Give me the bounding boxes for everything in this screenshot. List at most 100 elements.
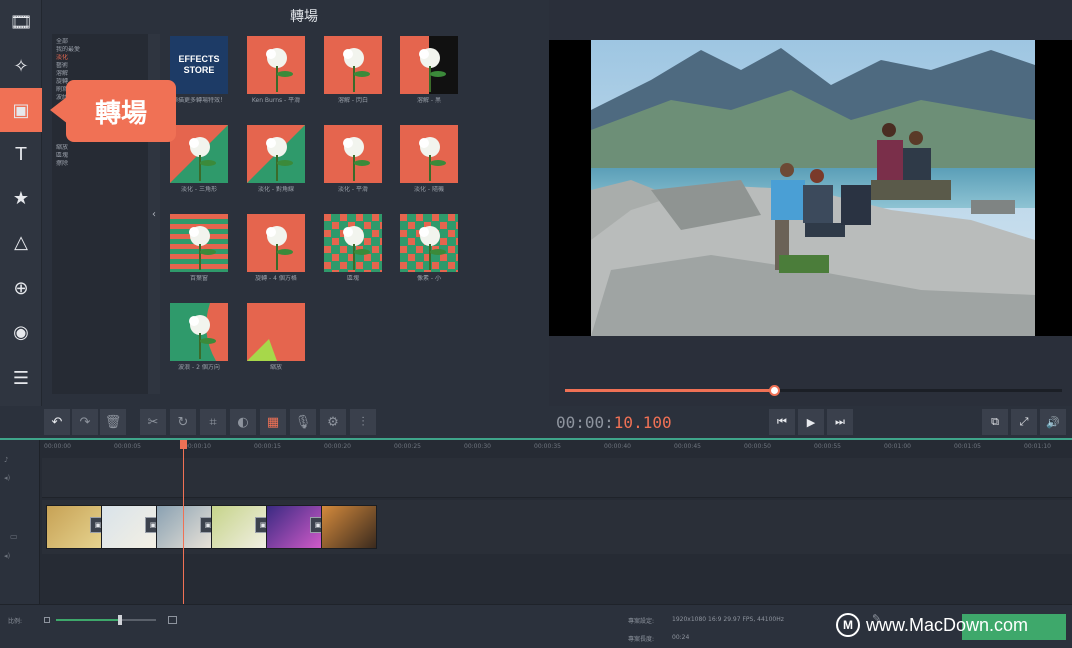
transition-label: 區塊	[346, 275, 359, 282]
zoom-tool-button[interactable]: ⊕	[0, 266, 42, 310]
video-track-icon[interactable]: ▭	[10, 532, 18, 541]
timeline-track-headers	[0, 440, 40, 604]
video-track-volume-icon[interactable]: ◂)	[4, 552, 10, 560]
transition-thumbnail[interactable]	[400, 214, 458, 272]
category-item[interactable]: 區塊	[52, 152, 148, 160]
category-item[interactable]: 縮放	[52, 144, 148, 152]
playhead[interactable]	[183, 440, 184, 604]
transition-thumbnail[interactable]	[400, 36, 458, 94]
zoom-in-icon[interactable]	[168, 616, 177, 624]
color-adjust-icon: ◐	[237, 414, 249, 430]
watermark-text: www.MacDown.com	[866, 614, 1029, 635]
volume-button[interactable]: 🔊	[1040, 409, 1066, 435]
transition-thumbnail[interactable]	[247, 303, 305, 361]
play-icon: ▶	[806, 415, 816, 429]
next-button[interactable]: ⏭	[827, 409, 853, 435]
play-button[interactable]: ▶	[798, 409, 824, 435]
audio-track[interactable]	[42, 458, 1072, 498]
transition-label: 波浪 - 2 個方向	[178, 364, 220, 371]
video-clip[interactable]	[321, 505, 377, 549]
ruler-tick-label: 00:00:25	[394, 443, 421, 450]
project-length-value: 00:24	[672, 634, 690, 641]
fullscreen-button[interactable]: ⤢	[1011, 409, 1037, 435]
transition-thumbnail[interactable]	[247, 125, 305, 183]
transition-label: Ken Burns - 平滑	[251, 97, 301, 104]
transition-label: 旋轉 - 4 個方格	[255, 275, 297, 282]
detach-preview-button[interactable]: ⧉	[982, 409, 1008, 435]
record-icon: ◉	[13, 321, 29, 343]
panel-title: 轉場	[290, 9, 318, 25]
clip-properties-button[interactable]: ▦	[260, 409, 286, 435]
left-toolbar: 🎞 ✧ ▣ T ★ △ ⊕ ◉ ☰	[0, 0, 42, 406]
category-item[interactable]: 我的最愛	[52, 46, 148, 54]
previous-button[interactable]: ⏮	[769, 409, 795, 435]
store-title-top: EFFECTS	[178, 54, 220, 64]
watermark: M www.MacDown.com	[836, 613, 1028, 637]
zoom-handle[interactable]	[118, 615, 122, 625]
external-window-icon: ⧉	[991, 415, 999, 428]
record-audio-button[interactable]: 🎙	[290, 409, 316, 435]
delete-button[interactable]: 🗑	[100, 409, 126, 435]
transition-thumbnail[interactable]	[170, 125, 228, 183]
playhead-handle[interactable]	[180, 440, 187, 449]
seek-handle[interactable]	[769, 385, 780, 396]
transition-thumbnail[interactable]	[247, 36, 305, 94]
ruler-tick-label: 00:00:55	[814, 443, 841, 450]
transition-thumbnail[interactable]: EFFECTS STORE	[170, 36, 228, 94]
category-item[interactable]: 藝術	[52, 62, 148, 70]
record-tool-button[interactable]: ◉	[0, 310, 42, 354]
transition-label: 溶解 - 黑	[417, 97, 441, 104]
transitions-tool-button[interactable]: ▣	[0, 88, 42, 132]
transition-label: 淡化 - 對角線	[258, 186, 294, 193]
redo-button[interactable]: ↷	[72, 409, 98, 435]
transition-label: 淡化 - 隨機	[414, 186, 444, 193]
transition-label: 淡化 - 三角形	[181, 186, 217, 193]
transition-thumbnail[interactable]	[247, 214, 305, 272]
titles-icon: T	[15, 143, 27, 165]
app-window: 🎞 ✧ ▣ T ★ △ ⊕ ◉ ☰ 轉場 全部 我的最愛 淡化 藝術 溶解 旋轉 刷寫 波紋 縮放 區塊 擦除 ‹ …	[0, 0, 1072, 648]
fullscreen-icon: ⤢	[1019, 415, 1029, 428]
ruler-tick-label: 00:00:05	[114, 443, 141, 450]
transition-thumbnail[interactable]	[324, 125, 382, 183]
skip-back-icon: ⏮	[777, 415, 787, 428]
project-settings-label: 專案設定:	[628, 618, 655, 625]
zoom-out-icon[interactable]	[44, 617, 50, 623]
track-volume-icon[interactable]: ◂)	[4, 474, 10, 482]
stickers-tool-button[interactable]: ★	[0, 176, 42, 220]
more-icon: ☰	[12, 367, 30, 389]
titles-tool-button[interactable]: T	[0, 132, 42, 176]
zoom-fill	[56, 619, 120, 621]
stickers-icon: ★	[12, 187, 30, 209]
magic-wand-tool-button[interactable]: ✧	[0, 44, 42, 88]
category-item[interactable]: 淡化	[52, 54, 148, 62]
transition-label: 百葉窗	[189, 275, 208, 282]
category-item[interactable]: 溶解	[52, 70, 148, 78]
project-settings-value[interactable]: 1920x1080 16:9 29.97 FPS, 44100Hz	[672, 616, 784, 623]
undo-button[interactable]: ↶	[44, 409, 70, 435]
audio-track-icon[interactable]: ♪	[4, 456, 8, 464]
cut-button[interactable]: ✂	[140, 409, 166, 435]
callouts-icon: △	[14, 231, 28, 253]
equalizer-button[interactable]: ⫶	[350, 409, 376, 435]
category-item[interactable]: 擦除	[52, 160, 148, 168]
import-icon: 🎞	[9, 11, 33, 33]
redo-icon: ↷	[79, 414, 91, 430]
import-tool-button[interactable]: 🎞	[0, 0, 42, 44]
settings-button[interactable]: ⚙	[320, 409, 346, 435]
transition-thumbnail[interactable]	[170, 303, 228, 361]
zoom-track	[120, 619, 156, 621]
rotate-button[interactable]: ↻	[170, 409, 196, 435]
transition-label: 淡化 - 平滑	[338, 186, 368, 193]
category-item[interactable]: 全部	[52, 38, 148, 46]
zoom-slider[interactable]	[40, 614, 180, 626]
transition-thumbnail[interactable]	[400, 125, 458, 183]
rotate-icon: ↻	[177, 414, 189, 430]
transition-thumbnail[interactable]	[324, 214, 382, 272]
crop-button[interactable]: ⌗	[200, 409, 226, 435]
transition-thumbnail[interactable]	[170, 214, 228, 272]
color-button[interactable]: ◐	[230, 409, 256, 435]
ruler-tick-label: 00:00:15	[254, 443, 281, 450]
transition-thumbnail[interactable]	[324, 36, 382, 94]
more-tool-button[interactable]: ☰	[0, 356, 42, 400]
callouts-tool-button[interactable]: △	[0, 220, 42, 264]
